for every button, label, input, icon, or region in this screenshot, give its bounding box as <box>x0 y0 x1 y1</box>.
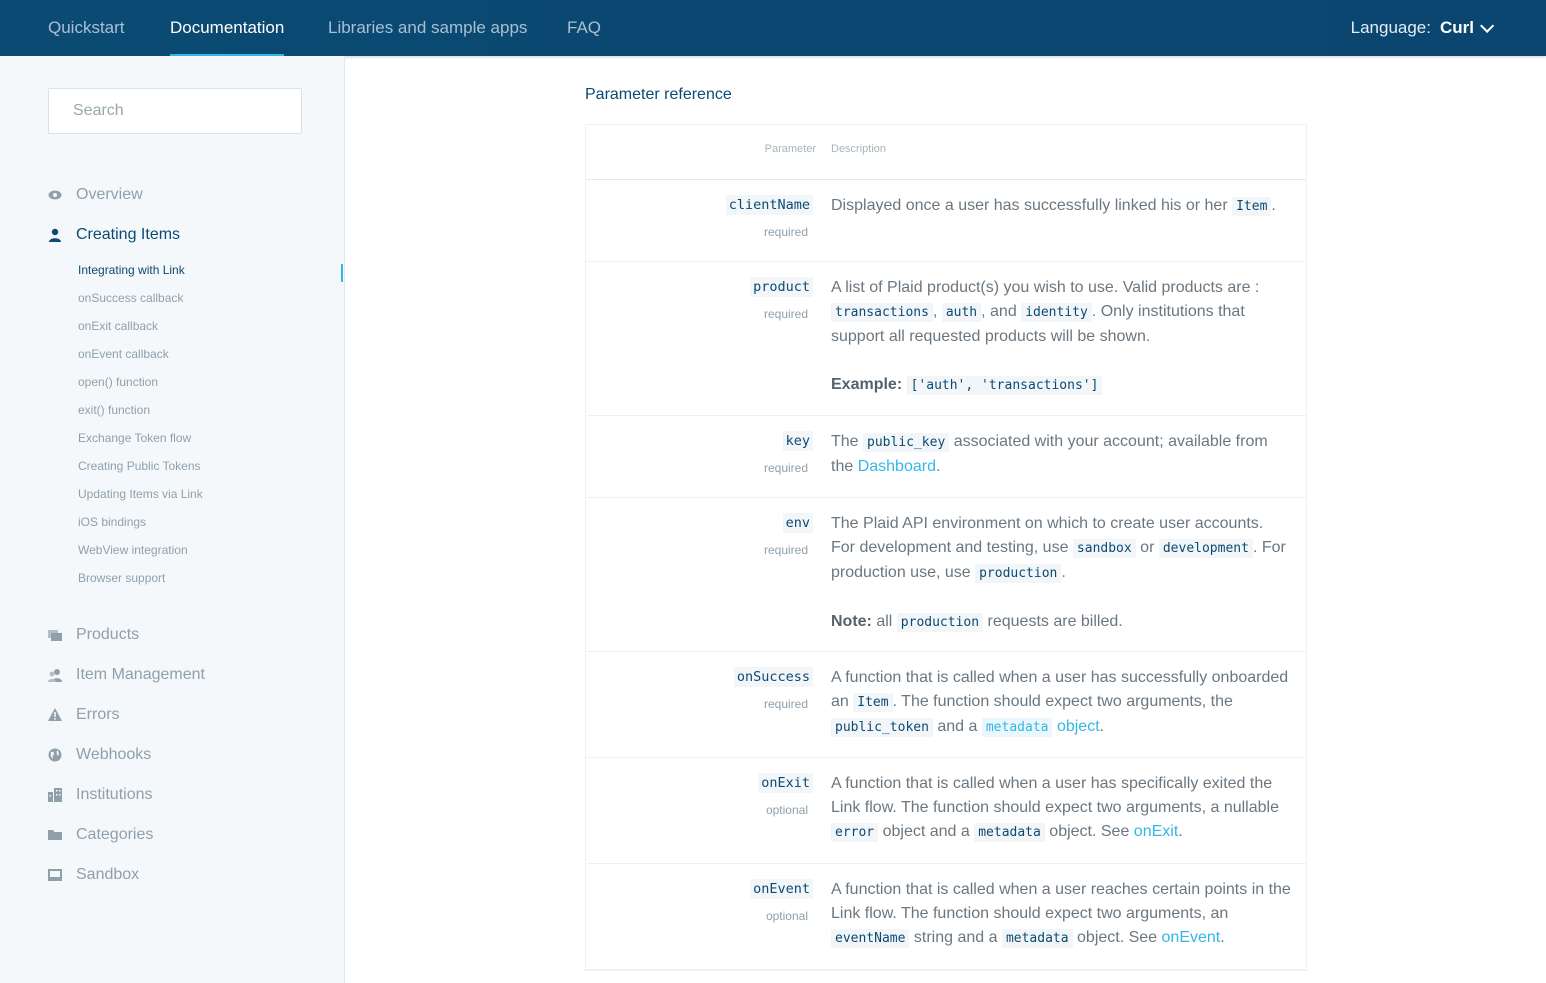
nav-quickstart[interactable]: Quickstart <box>48 0 125 56</box>
sidebar-item-label: Sandbox <box>76 866 140 883</box>
globe-icon <box>48 748 62 762</box>
sidebar-subitem-onevent[interactable]: onEvent callback <box>78 346 169 362</box>
search-box[interactable] <box>48 88 302 134</box>
sidebar-subitem-updating-items[interactable]: Updating Items via Link <box>78 486 203 502</box>
main-content: Parameter reference Parameter Descriptio… <box>345 56 1546 983</box>
sidebar-item-item-management[interactable]: Item Management <box>48 663 205 687</box>
sidebar-item-overview[interactable]: Overview <box>48 183 143 207</box>
sidebar-subitem-exit[interactable]: exit() function <box>78 402 150 418</box>
sidebar-item-creating-items[interactable]: Creating Items <box>48 223 180 247</box>
param-required-label: required <box>763 307 808 321</box>
param-required-label: required <box>763 225 808 239</box>
dashboard-link[interactable]: Dashboard <box>858 458 936 475</box>
table-row: key required The public_key associated w… <box>586 416 1306 498</box>
sidebar-subitem-webview[interactable]: WebView integration <box>78 542 188 558</box>
warning-icon <box>48 708 62 721</box>
sidebar-item-label: Errors <box>76 706 120 723</box>
column-header-description: Description <box>831 143 887 155</box>
top-navbar: Quickstart Documentation Libraries and s… <box>0 0 1546 56</box>
user-icon <box>49 228 61 242</box>
object-link[interactable]: object <box>1057 718 1100 735</box>
sidebar-subitem-integrating-with-link[interactable]: Integrating with Link <box>78 262 185 278</box>
eye-icon <box>48 190 62 200</box>
sidebar-subitem-exchange-token[interactable]: Exchange Token flow <box>78 430 191 446</box>
sidebar: Overview Creating Items Integrating with… <box>0 56 345 983</box>
folder-icon <box>48 830 62 840</box>
nav-faq[interactable]: FAQ <box>567 0 601 56</box>
table-row: product required A list of Plaid product… <box>586 262 1306 416</box>
language-label: Language: <box>1350 18 1431 37</box>
active-indicator <box>341 264 343 282</box>
sidebar-item-sandbox[interactable]: Sandbox <box>48 863 139 887</box>
sidebar-item-label: Webhooks <box>76 746 152 763</box>
chevron-down-icon[interactable] <box>1480 18 1495 33</box>
metadata-link[interactable]: metadata <box>981 718 1053 737</box>
sidebar-item-label: Products <box>76 626 140 643</box>
sidebar-item-label: Categories <box>76 826 154 843</box>
table-row: onSuccess required A function that is ca… <box>586 652 1306 758</box>
param-description: Displayed once a user has successfully l… <box>831 197 1276 216</box>
language-selector[interactable]: Language: Curl <box>1350 0 1495 56</box>
sidebar-subitem-browser[interactable]: Browser support <box>78 570 165 586</box>
param-name: key <box>782 431 813 451</box>
sidebar-item-categories[interactable]: Categories <box>48 823 153 847</box>
users-icon <box>48 669 62 682</box>
param-description: A list of Plaid product(s) you wish to u… <box>831 279 1260 395</box>
table-header: Parameter Description <box>586 125 1306 180</box>
inbox-icon <box>48 869 62 881</box>
sidebar-item-webhooks[interactable]: Webhooks <box>48 743 151 767</box>
sidebar-subitem-ios[interactable]: iOS bindings <box>78 514 146 530</box>
sidebar-item-label: Overview <box>76 186 143 203</box>
search-input[interactable] <box>49 89 301 133</box>
param-name: onSuccess <box>733 667 813 687</box>
nav-documentation[interactable]: Documentation <box>170 0 285 56</box>
page-title: Parameter reference <box>585 86 732 103</box>
table-row: onEvent optional A function that is call… <box>586 864 1306 970</box>
sidebar-item-label: Item Management <box>76 666 205 683</box>
param-required-label: optional <box>765 803 808 817</box>
param-name: product <box>750 277 813 297</box>
sidebar-subitem-onsuccess[interactable]: onSuccess callback <box>78 290 183 306</box>
param-description: The Plaid API environment on which to cr… <box>831 515 1286 632</box>
building-icon <box>48 788 62 802</box>
table-row: env required The Plaid API environment o… <box>586 498 1306 652</box>
sidebar-item-products[interactable]: Products <box>48 623 139 647</box>
param-description: The public_key associated with your acco… <box>831 433 1268 475</box>
column-header-parameter: Parameter <box>764 143 816 155</box>
param-required-label: required <box>763 543 808 557</box>
param-name: clientName <box>725 195 813 215</box>
note-label: Note: <box>831 613 872 630</box>
sidebar-item-errors[interactable]: Errors <box>48 703 120 727</box>
table-row: onExit optional A function that is calle… <box>586 758 1306 864</box>
example-code: ['auth', 'transactions'] <box>906 376 1103 395</box>
param-required-label: required <box>763 461 808 475</box>
param-description: A function that is called when a user re… <box>831 881 1291 948</box>
onevent-link[interactable]: onEvent <box>1162 929 1221 946</box>
sidebar-subitem-public-tokens[interactable]: Creating Public Tokens <box>78 458 201 474</box>
onexit-link[interactable]: onExit <box>1134 823 1178 840</box>
sidebar-item-label: Creating Items <box>76 226 181 243</box>
param-description: A function that is called when a user ha… <box>831 775 1279 842</box>
sidebar-subitem-open[interactable]: open() function <box>78 374 158 390</box>
sidebar-item-label: Institutions <box>76 786 153 803</box>
parameter-table: Parameter Description clientName require… <box>585 124 1307 971</box>
sidebar-subitem-onexit[interactable]: onExit callback <box>78 318 158 334</box>
language-value[interactable]: Curl <box>1440 18 1474 38</box>
table-row: clientName required Displayed once a use… <box>586 180 1306 262</box>
example-label: Example: <box>831 376 903 393</box>
param-name: onExit <box>758 773 813 793</box>
param-required-label: required <box>763 697 808 711</box>
nav-libraries[interactable]: Libraries and sample apps <box>328 0 527 56</box>
param-required-label: optional <box>765 909 808 923</box>
param-name: onEvent <box>750 879 813 899</box>
layers-icon <box>48 630 62 641</box>
param-description: A function that is called when a user ha… <box>831 669 1289 737</box>
sidebar-item-institutions[interactable]: Institutions <box>48 783 152 807</box>
param-name: env <box>782 513 813 533</box>
